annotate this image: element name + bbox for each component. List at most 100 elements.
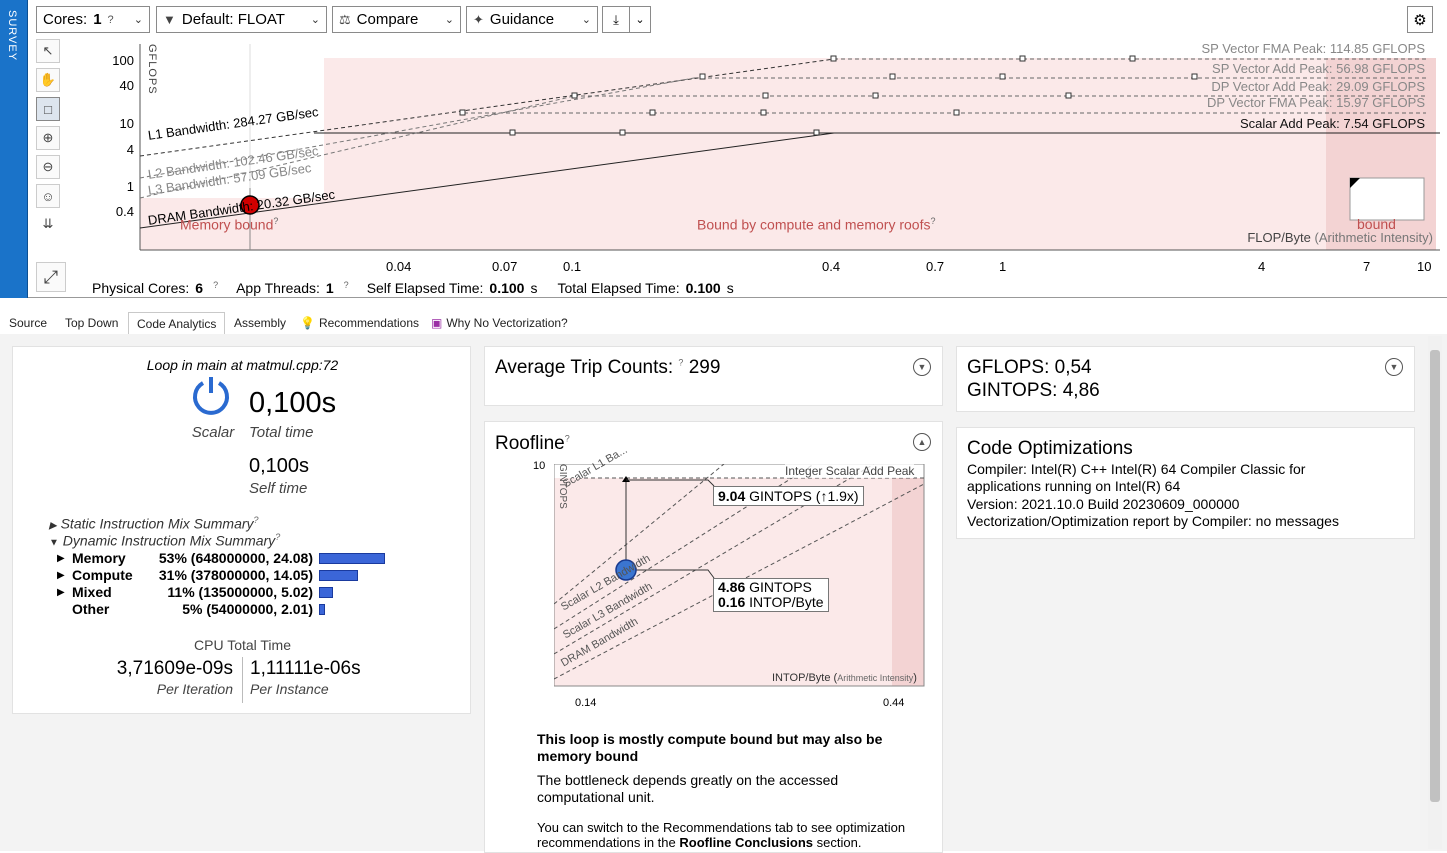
expand-icon: ⤢	[43, 266, 59, 287]
mini-y-tick: 10	[533, 460, 546, 472]
export-button[interactable]: ⤓	[602, 6, 630, 33]
lightbulb-icon: 💡	[300, 316, 315, 330]
mix-value: 31% (378000000, 14.05)	[158, 567, 313, 583]
compiler-version: Version: 2021.10.0 Build 20230609_000000	[967, 496, 1240, 512]
book-icon: ▣	[431, 316, 443, 330]
total-elapsed-label: Total Elapsed Time:	[557, 280, 680, 296]
mix-value: 5% (54000000, 2.01)	[182, 601, 313, 617]
filter-icon: ▼	[163, 12, 176, 27]
zoom-select-tool-button[interactable]: □	[36, 97, 60, 121]
peak-label: DP Vector Add Peak: 29.09 GFLOPS	[1211, 79, 1425, 94]
help-icon: ?	[213, 280, 219, 290]
minimap[interactable]	[1349, 177, 1425, 221]
dynamic-summary-toggle[interactable]: ▼ Dynamic Instruction Mix Summary?	[49, 532, 280, 549]
trip-counts-card: Average Trip Counts: ? 299 ▼	[484, 346, 943, 406]
x-tick: 0.07	[492, 259, 518, 274]
tab-bar: Source Top Down Code Analytics Assembly …	[0, 309, 1447, 335]
peak-label: Scalar Add Peak: 7.54 GFLOPS	[1240, 116, 1425, 131]
scrollbar[interactable]	[1428, 336, 1442, 849]
per-iteration-value: 3,71609e-09s	[116, 658, 233, 679]
conclusion-text: The bottleneck depends greatly on the ac…	[537, 772, 839, 805]
self-elapsed-value: 0.100	[489, 280, 525, 296]
zoom-select-icon: □	[44, 101, 52, 117]
settings-button[interactable]: ⚙	[1407, 6, 1433, 33]
mix-bar	[319, 553, 385, 564]
gear-icon: ⚙	[1413, 11, 1427, 29]
survey-strip[interactable]: SURVEY	[0, 0, 28, 298]
flops-card: GFLOPS: 0,54 GINTOPS: 4,86 ▼	[956, 346, 1415, 412]
double-chevron-down-icon: ⇊	[42, 216, 54, 231]
loop-title: Loop in main at matmul.cpp:72	[146, 357, 339, 373]
mini-callout-bottom: 4.86 GINTOPS 0.16 INTOP/Byte	[713, 578, 829, 612]
mini-x-tick: 0.14	[575, 697, 597, 709]
y-tick: 10	[119, 116, 134, 131]
expand-button[interactable]: ⤢	[36, 262, 66, 292]
scrollbar-thumb[interactable]	[1430, 350, 1440, 802]
loop-summary-card: Loop in main at matmul.cpp:72 Scalar 0,1…	[12, 346, 471, 714]
stats-bar: Physical Cores: 6 ? App Threads: 1 ? Sel…	[92, 280, 734, 296]
gflops-value: GFLOPS: 0,54	[967, 357, 1092, 378]
zoom-out-button[interactable]: ⊖	[36, 155, 60, 179]
roofline-conclusions-link[interactable]: Roofline Conclusions	[679, 835, 813, 850]
export-menu-button[interactable]: ⌄	[629, 6, 651, 33]
tab-source[interactable]: Source	[1, 312, 55, 334]
chevron-down-icon: ▼	[1389, 362, 1399, 372]
tab-why-no-vectorization[interactable]: ▣ Why No Vectorization?	[423, 312, 576, 334]
y-tick: 100	[112, 53, 134, 68]
triangle-down-icon: ▼	[49, 537, 59, 549]
pan-tool-button[interactable]: ✋	[36, 68, 60, 92]
mix-row-compute[interactable]: ▶ Compute 31% (378000000, 14.05)	[57, 567, 385, 584]
zoom-in-button[interactable]: ⊕	[36, 126, 60, 150]
mix-row-other: Other 5% (54000000, 2.01)	[57, 601, 385, 618]
collapse-button[interactable]: ▲	[913, 433, 931, 451]
cores-label: Cores:	[43, 11, 88, 28]
cores-dropdown[interactable]: Cores: 1 ? ⌄	[36, 6, 150, 33]
tab-recommendations[interactable]: 💡 Recommendations	[292, 312, 427, 334]
chevron-down-icon: ▼	[917, 362, 927, 372]
static-summary-toggle[interactable]: ▶ Static Instruction Mix Summary?	[49, 515, 259, 532]
per-instance-label: Per Instance	[250, 681, 329, 697]
mini-region-compute	[892, 478, 924, 686]
select-tool-button[interactable]: ↖	[36, 39, 60, 63]
filter-dropdown[interactable]: ▼ Default: FLOAT ⌄	[156, 6, 327, 33]
user-view-button[interactable]: ☺	[36, 184, 60, 208]
total-time-label: Total time	[249, 424, 314, 441]
compare-dropdown[interactable]: ⚖ Compare ⌄	[332, 6, 461, 33]
more-tools-button[interactable]: ⇊	[36, 212, 60, 236]
y-axis-label: GFLOPS	[146, 44, 158, 95]
zoom-out-icon: ⊖	[42, 159, 54, 174]
wand-icon: ✦	[473, 11, 484, 27]
tab-assembly[interactable]: Assembly	[226, 312, 294, 334]
guidance-dropdown[interactable]: ✦ Guidance ⌄	[466, 6, 598, 33]
mini-x-label: INTOP/Byte (Arithmetic Intensity)	[772, 672, 917, 684]
filter-label: Default: FLOAT	[181, 11, 285, 28]
gintops-value: GINTOPS: 4,86	[967, 380, 1100, 401]
mix-value: 53% (648000000, 24.08)	[158, 550, 313, 566]
x-tick: 0.04	[386, 259, 412, 274]
code-opt-title: Code Optimizations	[967, 438, 1133, 459]
hand-icon: ✋	[39, 72, 57, 87]
mix-row-memory[interactable]: ▶ Memory 53% (648000000, 24.08)	[57, 550, 385, 567]
tab-code-analytics[interactable]: Code Analytics	[128, 312, 226, 334]
roofline-title: Roofline?	[495, 433, 570, 454]
tab-top-down[interactable]: Top Down	[57, 312, 126, 334]
chevron-down-icon: ⌄	[310, 14, 320, 26]
collapse-button[interactable]: ▼	[913, 358, 931, 376]
roofline-panel: Cores: 1 ? ⌄ ▼ Default: FLOAT ⌄ ⚖ Compar…	[28, 0, 1447, 298]
mix-row-mixed[interactable]: ▶ Mixed 11% (135000000, 5.02)	[57, 584, 385, 601]
triangle-right-icon: ▶	[49, 520, 57, 532]
y-tick: 0.4	[115, 204, 134, 219]
app-threads-label: App Threads:	[236, 280, 320, 296]
per-iteration-label: Per Iteration	[156, 681, 233, 697]
switch-hint: You can switch to the Recommendations ta…	[537, 820, 906, 850]
peak-label: SP Vector Add Peak: 56.98 GFLOPS	[1212, 61, 1425, 76]
x-tick: 0.4	[822, 259, 841, 274]
mix-name: Mixed	[72, 584, 112, 600]
chevron-down-icon: ⌄	[635, 14, 645, 26]
trip-counts: Average Trip Counts: ? 299	[495, 357, 721, 378]
survey-label: SURVEY	[6, 10, 18, 62]
help-icon: ?	[107, 13, 114, 26]
chevron-down-icon: ⌄	[581, 14, 591, 26]
collapse-button[interactable]: ▼	[1385, 358, 1403, 376]
mini-x-tick: 0.44	[883, 697, 905, 709]
